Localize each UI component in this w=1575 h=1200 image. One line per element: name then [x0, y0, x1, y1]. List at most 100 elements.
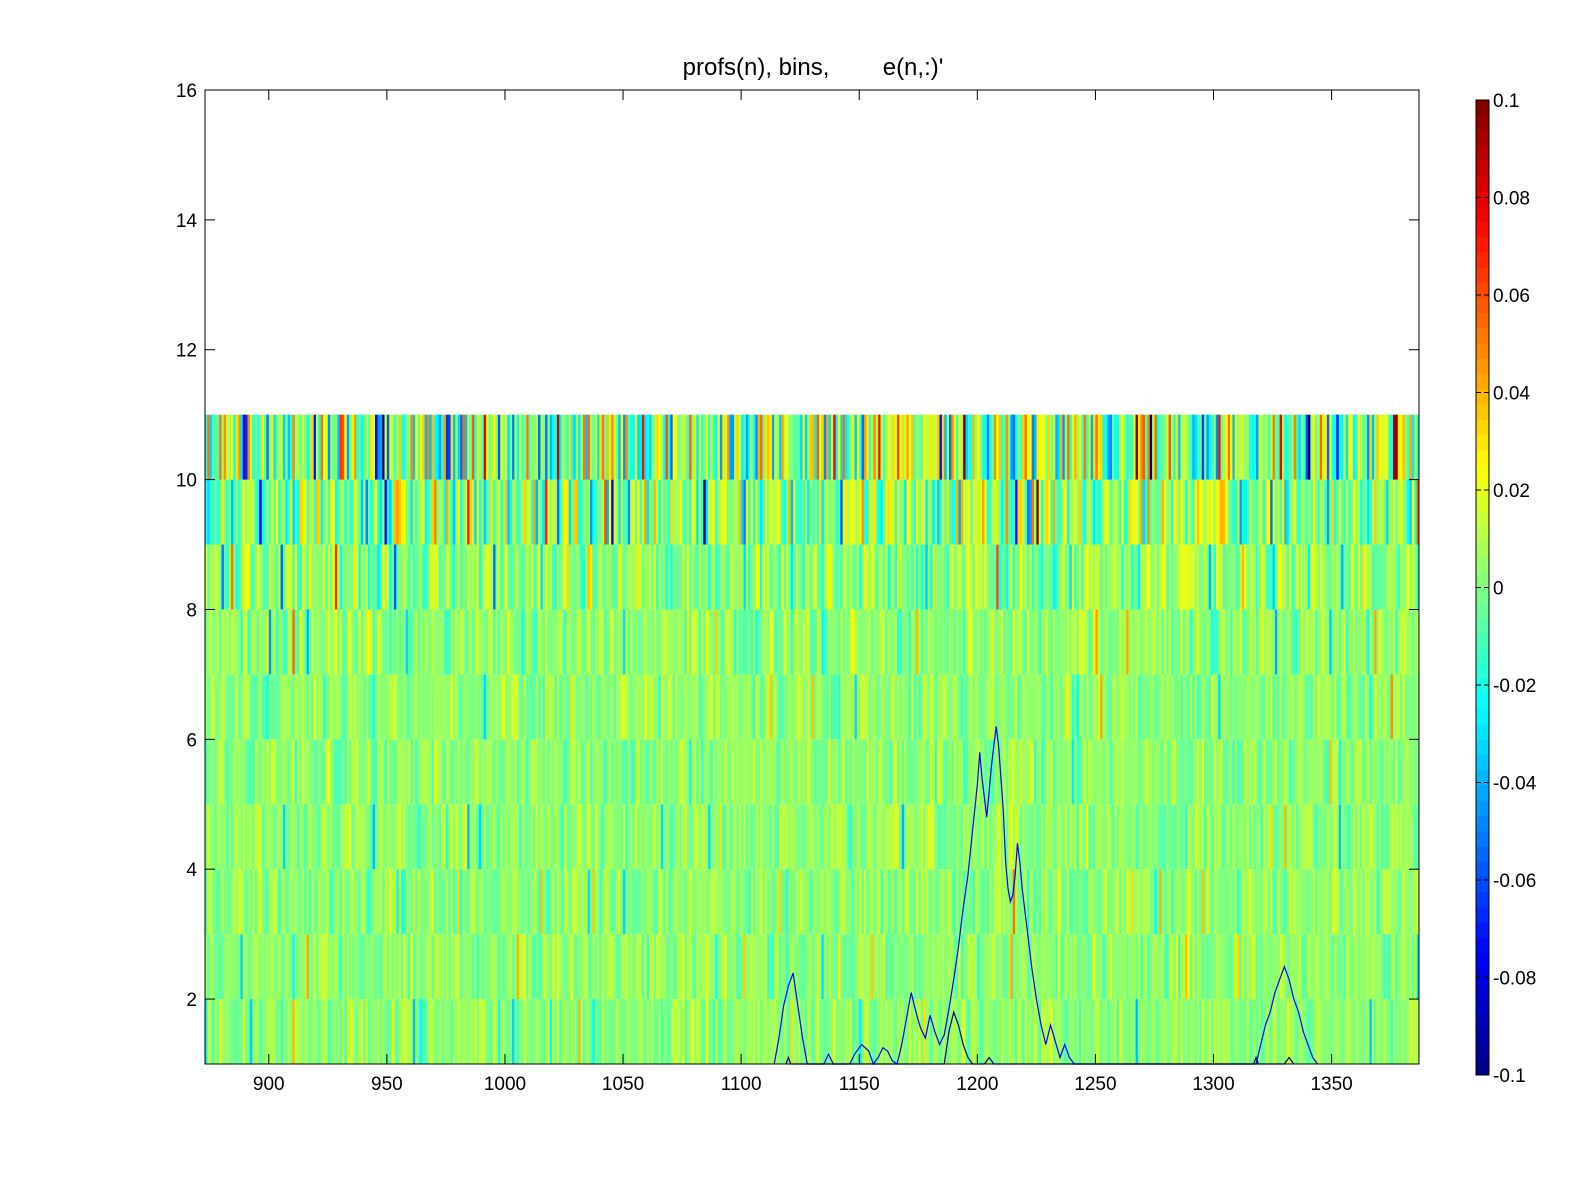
heatmap-cell [375, 609, 378, 675]
heatmap-cell [767, 999, 770, 1064]
heatmap-cell [878, 544, 881, 610]
heatmap-cell [703, 869, 707, 935]
heatmap-cell [214, 934, 218, 1000]
heatmap-cell [660, 544, 664, 610]
heatmap-cell [502, 544, 506, 610]
heatmap-cell [226, 479, 230, 545]
heatmap-cell [1074, 999, 1077, 1064]
heatmap-cell [998, 479, 1002, 545]
heatmap-cell [1232, 609, 1236, 675]
heatmap-cell [634, 934, 638, 1000]
heatmap-cell [812, 674, 815, 740]
heatmap-cell [1256, 479, 1259, 545]
heatmap-cell [790, 999, 794, 1064]
heatmap-cell [826, 869, 829, 935]
heatmap-cell [1239, 999, 1243, 1064]
heatmap-cell [641, 869, 645, 935]
heatmap-cell [405, 609, 409, 675]
heatmap-cell [1317, 999, 1321, 1064]
heatmap-cell [1041, 674, 1044, 740]
heatmap-cell [618, 804, 622, 870]
heatmap-cell [1182, 479, 1186, 545]
heatmap-cell [594, 869, 598, 935]
heatmap-cell [443, 934, 447, 1000]
heatmap-cell [863, 804, 867, 870]
heatmap-cell [882, 999, 886, 1064]
heatmap-cell [1374, 544, 1377, 610]
heatmap-cell [710, 544, 714, 610]
heatmap-cell [597, 544, 600, 610]
heatmap-cell [264, 999, 267, 1064]
heatmap-cell [1256, 674, 1259, 740]
heatmap-cell [441, 739, 444, 805]
heatmap-cell [297, 739, 300, 805]
heatmap-cell [320, 544, 324, 610]
heatmap-cell [637, 934, 640, 1000]
heatmap-cell [1270, 804, 1273, 870]
heatmap-cell [507, 609, 511, 675]
heatmap-cell [719, 609, 723, 675]
heatmap-cell [1107, 739, 1110, 805]
heatmap-cell [1296, 609, 1299, 675]
heatmap-cell [1163, 609, 1167, 675]
heatmap-cell [1026, 999, 1030, 1064]
heatmap-cell [875, 934, 879, 1000]
heatmap-cell [301, 609, 305, 675]
heatmap-cell [1194, 479, 1198, 545]
heatmap-cell [1230, 479, 1233, 545]
heatmap-cell [804, 674, 808, 740]
heatmap-cell [686, 609, 690, 675]
heatmap-cell [998, 674, 1002, 740]
heatmap-cell [445, 999, 449, 1064]
heatmap-cell [953, 804, 957, 870]
heatmap-cell [1329, 674, 1333, 740]
heatmap-cell [1359, 544, 1363, 610]
heatmap-cell [998, 544, 1002, 610]
heatmap-cell [1303, 674, 1307, 740]
heatmap-cell [693, 414, 697, 480]
heatmap-cell [986, 544, 990, 610]
heatmap-cell [783, 999, 787, 1064]
heatmap-cell [649, 609, 652, 675]
heatmap-cell [729, 414, 733, 480]
heatmap-cell [554, 609, 558, 675]
heatmap-cell [1312, 934, 1316, 1000]
heatmap-cell [256, 869, 260, 935]
heatmap-cell [675, 804, 678, 870]
heatmap-cell [880, 739, 884, 805]
heatmap-cell [1052, 804, 1056, 870]
heatmap-cell [1260, 804, 1264, 870]
heatmap-cell [755, 479, 759, 545]
heatmap-cell [507, 934, 511, 1000]
heatmap-cell [1100, 934, 1103, 1000]
heatmap-cell [944, 674, 948, 740]
heatmap-cell [259, 869, 263, 935]
heatmap-cell [254, 479, 258, 545]
heatmap-cell [488, 869, 492, 935]
heatmap-cell [937, 869, 940, 935]
heatmap-cell [856, 804, 860, 870]
heatmap-cell [854, 674, 858, 740]
heatmap-cell [370, 804, 374, 870]
heatmap-cell [1204, 609, 1207, 675]
heatmap-cell [316, 869, 319, 935]
heatmap-cell [516, 934, 520, 1000]
heatmap-cell [1194, 869, 1198, 935]
heatmap-cell [658, 934, 662, 1000]
heatmap-cell [1303, 479, 1307, 545]
heatmap-cell [207, 934, 211, 1000]
heatmap-cell [613, 609, 617, 675]
heatmap-cell [1272, 869, 1276, 935]
heatmap-cell [1034, 739, 1037, 805]
heatmap-cell [495, 609, 499, 675]
heatmap-cell [1364, 479, 1368, 545]
heatmap-cell [526, 934, 529, 1000]
heatmap-cell [408, 999, 411, 1064]
heatmap-cell [582, 609, 586, 675]
heatmap-cell [717, 739, 721, 805]
heatmap-cell [549, 609, 553, 675]
heatmap-cell [1367, 609, 1370, 675]
heatmap-cell [471, 869, 475, 935]
heatmap-cell [672, 609, 676, 675]
heatmap-cell [564, 739, 567, 805]
